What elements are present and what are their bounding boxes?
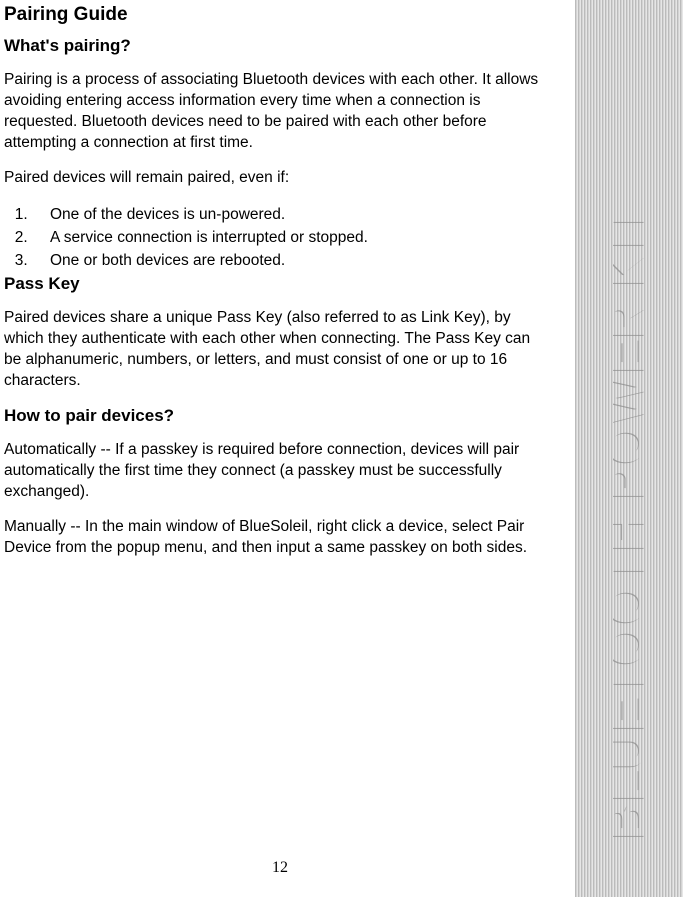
- list-item: One of the devices is un-powered.: [32, 203, 550, 226]
- list-item: A service connection is interrupted or s…: [32, 226, 550, 249]
- paragraph-passkey: Paired devices share a unique Pass Key (…: [4, 308, 550, 392]
- page-title: Pairing Guide: [4, 4, 550, 26]
- paragraph-auto: Automatically -- If a passkey is require…: [4, 440, 550, 503]
- section-heading-howto: How to pair devices?: [4, 406, 550, 426]
- pairing-list: One of the devices is un-powered. A serv…: [32, 203, 550, 273]
- section-heading-passkey: Pass Key: [4, 274, 550, 294]
- paragraph-manual: Manually -- In the main window of BlueSo…: [4, 517, 550, 559]
- paragraph-pairing-intro: Pairing is a process of associating Blue…: [4, 70, 550, 154]
- paragraph-pairing-remain: Paired devices will remain paired, even …: [4, 168, 550, 189]
- section-heading-pairing: What's pairing?: [4, 36, 550, 56]
- sidebar-brand-text: BLUETOOTH POWER KIT: [613, 50, 675, 850]
- page-number: 12: [0, 859, 560, 877]
- svg-text:BLUETOOTH POWER KIT: BLUETOOTH POWER KIT: [613, 202, 656, 840]
- list-item: One or both devices are rebooted.: [32, 249, 550, 272]
